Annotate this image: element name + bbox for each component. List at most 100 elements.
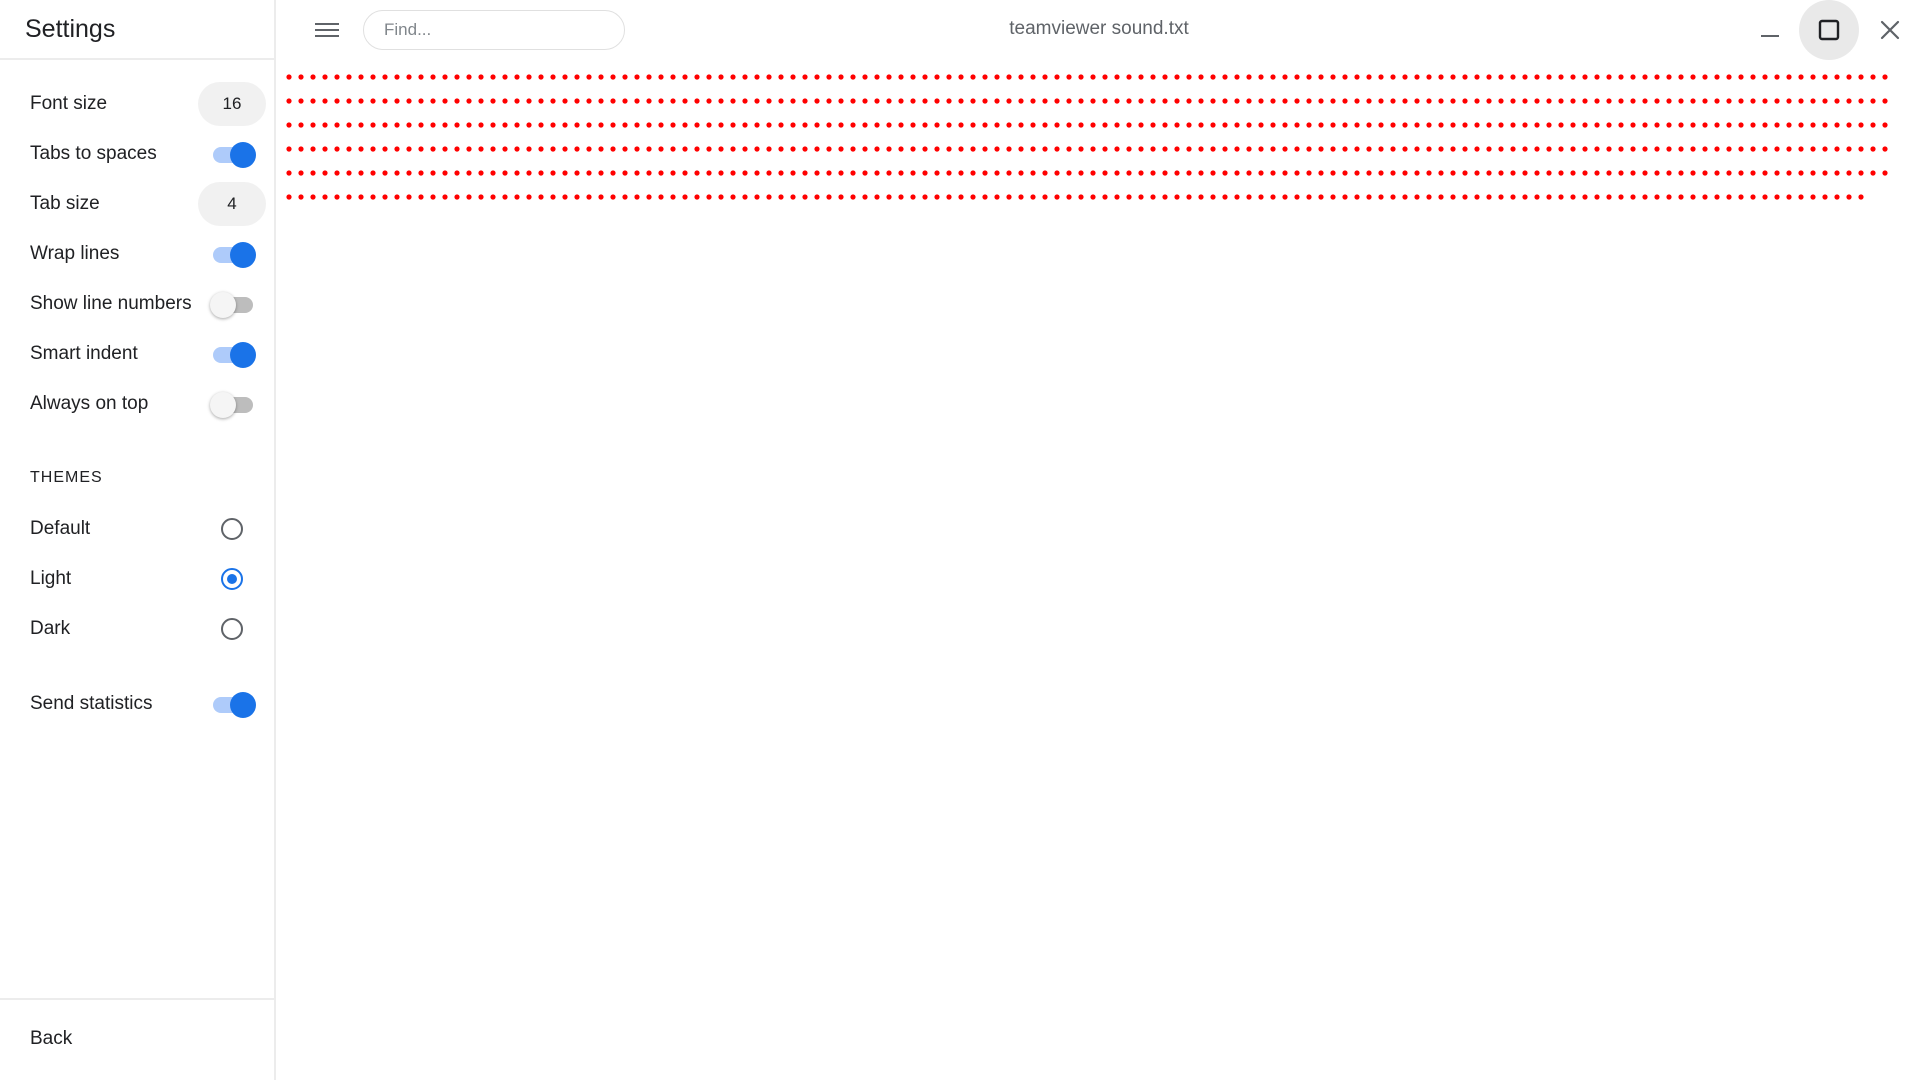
text-dot <box>1258 74 1264 80</box>
theme-option-light[interactable]: Light <box>30 557 265 601</box>
text-dot <box>550 98 556 104</box>
text-dot <box>1318 122 1324 128</box>
text-dot <box>1858 98 1864 104</box>
text-dot <box>1270 146 1276 152</box>
text-dot <box>1714 122 1720 128</box>
text-dot <box>694 146 700 152</box>
close-button[interactable] <box>1860 0 1920 60</box>
text-dot <box>334 194 340 200</box>
setting-show-line-numbers: Show line numbers <box>30 282 265 326</box>
text-dot <box>1774 98 1780 104</box>
theme-option-dark[interactable]: Dark <box>30 607 265 651</box>
text-dot <box>1678 194 1684 200</box>
text-dot <box>1582 194 1588 200</box>
text-dot <box>1666 170 1672 176</box>
text-dot <box>1102 122 1108 128</box>
radio-button[interactable] <box>221 518 243 540</box>
text-dot <box>1522 122 1528 128</box>
toggle-thumb <box>230 242 256 268</box>
radio-button[interactable] <box>221 618 243 640</box>
text-dot <box>346 74 352 80</box>
toggle-thumb <box>210 392 236 418</box>
text-dot <box>490 146 496 152</box>
text-dot <box>1318 170 1324 176</box>
text-dot <box>1618 74 1624 80</box>
text-dot <box>886 146 892 152</box>
text-dot <box>1102 194 1108 200</box>
text-dot <box>886 98 892 104</box>
show-line-numbers-toggle[interactable] <box>210 290 256 318</box>
text-dot <box>1762 170 1768 176</box>
text-dot <box>310 122 316 128</box>
theme-option-default[interactable]: Default <box>30 507 265 551</box>
text-dot <box>466 98 472 104</box>
text-dot <box>1198 194 1204 200</box>
text-dot <box>1246 98 1252 104</box>
text-dot <box>1042 170 1048 176</box>
menu-bar-line <box>315 35 339 37</box>
text-dot <box>718 170 724 176</box>
font-size-input[interactable]: 16 <box>198 82 266 126</box>
text-dot <box>1018 98 1024 104</box>
text-dot <box>1498 194 1504 200</box>
text-dot <box>1138 98 1144 104</box>
text-dot <box>1690 122 1696 128</box>
text-dot <box>514 170 520 176</box>
tab-size-input[interactable]: 4 <box>198 182 266 226</box>
text-editor-area[interactable] <box>278 60 1920 1080</box>
text-dot <box>1306 98 1312 104</box>
text-dot <box>1450 170 1456 176</box>
text-dot <box>1870 170 1876 176</box>
text-dot <box>1750 98 1756 104</box>
text-dot <box>1294 146 1300 152</box>
text-dot <box>310 194 316 200</box>
text-dot <box>922 98 928 104</box>
text-dot <box>766 170 772 176</box>
text-dot <box>1462 98 1468 104</box>
text-dot <box>682 122 688 128</box>
text-dot <box>574 146 580 152</box>
text-dot <box>1882 170 1888 176</box>
text-dot <box>310 74 316 80</box>
tabs-to-spaces-toggle[interactable] <box>210 140 256 168</box>
text-dot <box>1354 146 1360 152</box>
text-dot <box>322 194 328 200</box>
text-dot <box>1630 146 1636 152</box>
text-dot <box>814 170 820 176</box>
text-dot <box>1126 194 1132 200</box>
text-dot <box>598 74 604 80</box>
top-bar: teamviewer sound.txt <box>278 0 1920 60</box>
send-statistics-toggle[interactable] <box>210 690 256 718</box>
text-dot <box>1654 98 1660 104</box>
maximize-button[interactable] <box>1799 0 1859 60</box>
text-dot <box>634 98 640 104</box>
text-dot <box>730 98 736 104</box>
text-dot <box>850 74 856 80</box>
text-dot <box>1690 170 1696 176</box>
text-dot <box>1270 194 1276 200</box>
text-dot <box>334 98 340 104</box>
text-dot <box>1486 122 1492 128</box>
text-dot <box>814 194 820 200</box>
hamburger-menu-icon[interactable] <box>313 15 343 45</box>
text-dot <box>1666 98 1672 104</box>
text-dot <box>1786 98 1792 104</box>
radio-button[interactable] <box>221 568 243 590</box>
text-dot <box>1390 170 1396 176</box>
text-dot <box>1174 122 1180 128</box>
text-dot <box>1066 170 1072 176</box>
always-on-top-toggle[interactable] <box>210 390 256 418</box>
text-dot <box>1582 146 1588 152</box>
text-dot <box>1330 122 1336 128</box>
text-dot <box>1306 74 1312 80</box>
text-dot <box>1762 98 1768 104</box>
back-button[interactable]: Back <box>30 1028 72 1050</box>
wrap-lines-toggle[interactable] <box>210 240 256 268</box>
text-dot <box>562 194 568 200</box>
search-input[interactable] <box>363 10 625 50</box>
smart-indent-toggle[interactable] <box>210 340 256 368</box>
text-dot <box>886 170 892 176</box>
minimize-button[interactable] <box>1740 0 1800 60</box>
text-dot <box>646 194 652 200</box>
text-dot <box>370 74 376 80</box>
